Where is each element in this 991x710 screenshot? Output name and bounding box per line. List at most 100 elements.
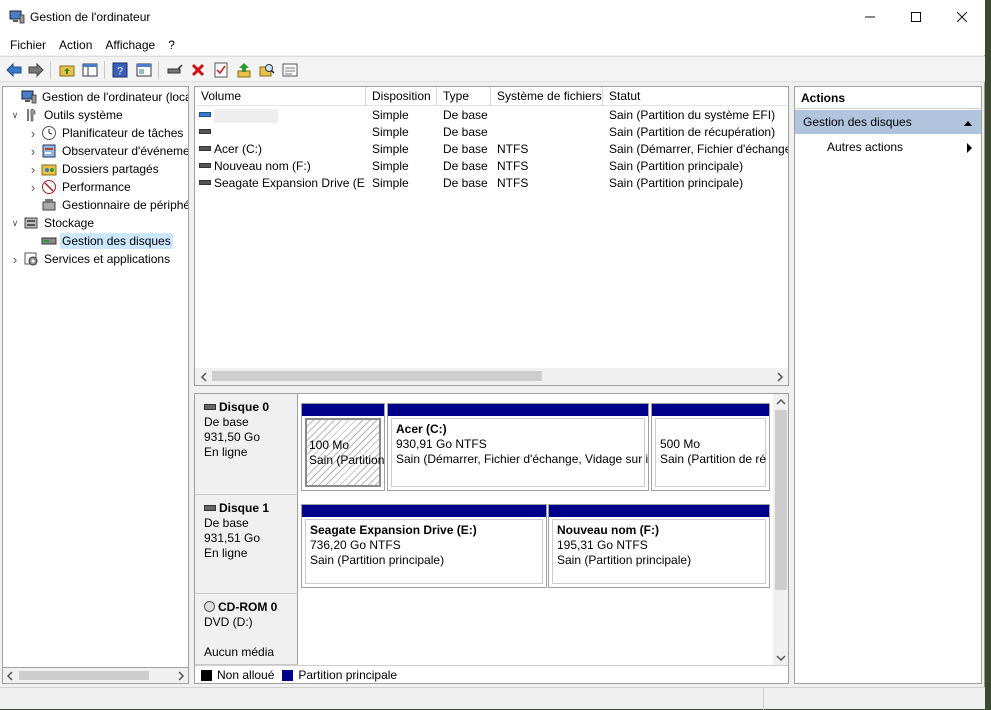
partition-details: Seagate Expansion Drive (E:) 736,20 Go NT… bbox=[305, 519, 543, 584]
show-hide-tree-button[interactable] bbox=[81, 61, 98, 78]
partition-block[interactable]: Nouveau nom (F:) 195,31 Go NTFS Sain (Part… bbox=[548, 504, 770, 588]
disk-label[interactable]: Disque 1 De base 931,51 Go En ligne bbox=[195, 495, 298, 594]
tree-horizontal-scrollbar[interactable] bbox=[2, 667, 189, 684]
disk-view-scroll-thumb[interactable] bbox=[775, 410, 787, 590]
tree-item[interactable]: Gestion des disques bbox=[27, 232, 173, 250]
volume-cell-volume bbox=[195, 107, 366, 124]
up-folder-button[interactable] bbox=[58, 61, 75, 78]
tree-item[interactable]: ∨ Stockage bbox=[9, 214, 96, 232]
menu-fichier[interactable]: Fichier bbox=[4, 38, 52, 52]
volume-cell-fs: NTFS bbox=[497, 159, 529, 173]
export-button[interactable] bbox=[235, 61, 252, 78]
connect-button[interactable] bbox=[166, 61, 183, 78]
menu-action[interactable]: Action bbox=[53, 38, 98, 52]
volume-row[interactable]: Simple De base Sain (Partition du système … bbox=[195, 107, 788, 124]
partition-size: 500 Mo bbox=[660, 437, 701, 451]
partition-details: Nouveau nom (F:) 195,31 Go NTFS Sain (Part… bbox=[552, 519, 766, 584]
volume-cell-layout: Simple bbox=[372, 108, 409, 122]
toolbar-separator bbox=[158, 61, 159, 79]
checkmark-document-icon bbox=[214, 62, 227, 77]
disk-management-icon bbox=[41, 233, 57, 249]
collapsed-chevron-icon[interactable]: › bbox=[9, 252, 21, 267]
tree-item-label: Performance bbox=[62, 180, 131, 194]
volume-row[interactable]: Seagate Expansion Drive (E:) Simple De bas… bbox=[195, 175, 788, 192]
actions-more-actions[interactable]: Autres actions bbox=[795, 137, 981, 157]
disk-graphical-view[interactable]: Disque 0 De base 931,50 Go En ligne 100 Mo Sa… bbox=[194, 393, 789, 684]
tree-item[interactable]: › Planificateur de tâches bbox=[27, 124, 185, 142]
search-button[interactable] bbox=[258, 61, 275, 78]
partition-block[interactable]: 500 Mo Sain (Partition de ré bbox=[651, 403, 770, 491]
delete-x-icon bbox=[191, 63, 204, 76]
volume-name: Nouveau nom (F:) bbox=[214, 159, 311, 173]
collapsed-chevron-icon[interactable]: › bbox=[27, 180, 39, 195]
column-disposition[interactable]: Disposition bbox=[366, 87, 437, 106]
legend-swatch-unallocated bbox=[201, 669, 212, 681]
tree-item-label: Outils système bbox=[44, 108, 123, 122]
status-bar bbox=[0, 687, 985, 710]
tree-item-label: Services et applications bbox=[44, 252, 171, 266]
expanded-chevron-icon[interactable]: ∨ bbox=[9, 110, 21, 121]
partition-status: Sain (Partition bbox=[309, 453, 385, 467]
volume-row[interactable]: Nouveau nom (F:) Simple De base NTFS Sain (P… bbox=[195, 158, 788, 175]
back-button[interactable] bbox=[5, 61, 22, 78]
volume-row[interactable]: Acer (C:) Simple De base NTFS Sain (Démarrer… bbox=[195, 141, 788, 158]
volume-name: Acer (C:) bbox=[214, 142, 262, 156]
maximize-button[interactable] bbox=[893, 0, 939, 34]
legend-swatch-primary bbox=[282, 669, 294, 681]
volume-list-horizontal-scrollbar[interactable] bbox=[195, 368, 788, 385]
tree-item[interactable]: Gestion de l'ordinateur (local) bbox=[7, 88, 188, 106]
scroll-left-icon bbox=[6, 671, 13, 681]
partition-block[interactable]: Seagate Expansion Drive (E:) 736,20 Go NT… bbox=[301, 504, 547, 588]
minimize-button[interactable] bbox=[847, 0, 893, 34]
expanded-chevron-icon[interactable]: ∨ bbox=[9, 218, 21, 229]
tree-item[interactable]: › Services et applications bbox=[9, 250, 172, 268]
partition-block[interactable]: Acer (C:) 930,91 Go NTFS Sain (Démarrer, F… bbox=[387, 403, 649, 491]
column-volume[interactable]: Volume bbox=[195, 87, 366, 106]
search-folder-icon bbox=[259, 63, 275, 76]
actions-section-disk-management[interactable]: Gestion des disques bbox=[795, 110, 981, 134]
scroll-right-icon bbox=[777, 372, 784, 382]
volume-cell-type: De base bbox=[443, 108, 488, 122]
tree-item[interactable]: Gestionnaire de périphériques bbox=[27, 196, 188, 214]
column-type[interactable]: Type bbox=[437, 87, 491, 106]
more-actions-label: Autres actions bbox=[827, 140, 904, 154]
tree-scroll-thumb[interactable] bbox=[19, 671, 149, 680]
volume-cell-layout: Simple bbox=[372, 176, 409, 190]
help-button[interactable]: ? bbox=[111, 61, 128, 78]
partition-title: Seagate Expansion Drive (E:) bbox=[310, 523, 477, 537]
collapsed-chevron-icon[interactable]: › bbox=[27, 126, 39, 141]
tree-item[interactable]: › Performance bbox=[27, 178, 133, 196]
menu-help[interactable]: ? bbox=[162, 38, 181, 52]
partition-block[interactable]: 100 Mo Sain (Partition bbox=[301, 403, 385, 491]
menu-affichage[interactable]: Affichage bbox=[99, 38, 161, 52]
volume-list-scroll-thumb[interactable] bbox=[212, 371, 542, 381]
close-icon bbox=[957, 12, 967, 22]
forward-button[interactable] bbox=[27, 61, 44, 78]
close-button[interactable] bbox=[939, 0, 985, 34]
console-tree[interactable]: Gestion de l'ordinateur (local) ∨ Outils s… bbox=[2, 86, 189, 684]
delete-button[interactable] bbox=[189, 61, 206, 78]
toolbar-separator bbox=[104, 61, 105, 79]
scroll-up-icon bbox=[776, 398, 786, 405]
collapsed-chevron-icon[interactable]: › bbox=[27, 162, 39, 177]
column-status[interactable]: Statut bbox=[603, 87, 788, 106]
volume-list[interactable]: Volume Disposition Type Système de fichi… bbox=[194, 86, 789, 386]
disk-view-vertical-scrollbar[interactable] bbox=[773, 394, 788, 666]
tree-item[interactable]: › Dossiers partagés bbox=[27, 160, 161, 178]
tree-item[interactable]: › Observateur d'événements bbox=[27, 142, 188, 160]
disk-label[interactable]: Disque 0 De base 931,50 Go En ligne bbox=[195, 394, 298, 495]
actions-section-label: Gestion des disques bbox=[803, 115, 912, 129]
partition-size: 195,31 Go NTFS bbox=[557, 538, 648, 552]
collapsed-chevron-icon[interactable]: › bbox=[27, 144, 39, 159]
disk-label[interactable]: CD-ROM 0 DVD (D:) Aucun média bbox=[195, 594, 298, 665]
disk-name-text: Disque 1 bbox=[219, 501, 270, 515]
partition-primary-bar bbox=[388, 404, 648, 416]
partition-legend: Non alloué Partition principale bbox=[195, 665, 788, 683]
volume-row[interactable]: Simple De base Sain (Partition de récupéra… bbox=[195, 124, 788, 141]
properties-button[interactable] bbox=[281, 61, 298, 78]
check-button[interactable] bbox=[212, 61, 229, 78]
properties-view-button[interactable] bbox=[135, 61, 152, 78]
column-filesystem[interactable]: Système de fichiers bbox=[491, 87, 603, 106]
disk-kind: De base bbox=[204, 415, 249, 429]
tree-item[interactable]: ∨ Outils système bbox=[9, 106, 125, 124]
